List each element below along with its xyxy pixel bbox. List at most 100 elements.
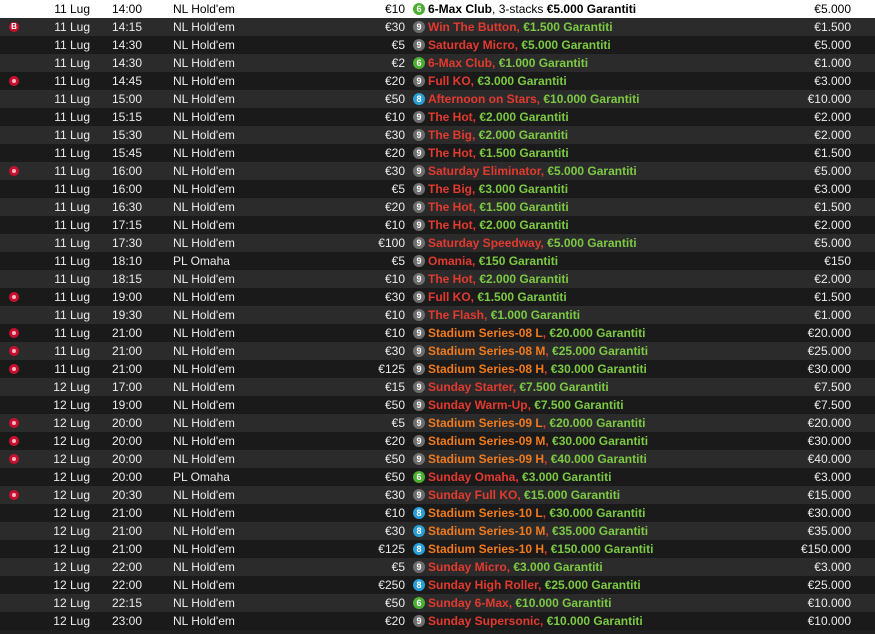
- tournament-buyin: €50: [384, 92, 405, 106]
- tournament-title: Omania: [428, 254, 473, 268]
- tournament-game: NL Hold'em: [173, 182, 235, 196]
- tournament-row[interactable]: 12 Lug 22:00 NL Hold'em €5 9 Sunday Micro, €3…: [0, 558, 875, 576]
- table-size-icon: 9: [413, 381, 425, 393]
- tournament-row[interactable]: 12 Lug 21:00 NL Hold'em €125 8 Stadium Series…: [0, 540, 875, 558]
- tournament-row[interactable]: 12 Lug 20:00 PL Omaha €50 6 Sunday Omaha, €3.…: [0, 468, 875, 486]
- tournament-row[interactable]: 12 Lug 17:00 NL Hold'em €15 9 Sunday Starter,…: [0, 378, 875, 396]
- tournament-row[interactable]: 11 Lug 16:30 NL Hold'em €20 9 The Hot, €1.500…: [0, 198, 875, 216]
- tournament-row[interactable]: 11 Lug 15:00 NL Hold'em €50 8 Afternoon on St…: [0, 90, 875, 108]
- tournament-name: Full KO, €1.500 Garantiti: [428, 288, 567, 306]
- tournament-time: 21:00: [111, 506, 142, 520]
- tournament-row[interactable]: 12 Lug 23:00 NL Hold'em €20 9 Sunday Superson…: [0, 612, 875, 630]
- tournament-date: 11 Lug: [54, 272, 90, 286]
- tournament-row[interactable]: 12 Lug 20:00 NL Hold'em €50 9 Stadium Series-…: [0, 450, 875, 468]
- tournament-date: 12 Lug: [53, 380, 90, 394]
- tournament-row[interactable]: 12 Lug 20:00 NL Hold'em €20 9 Stadium Series-…: [0, 432, 875, 450]
- tournament-row[interactable]: 11 Lug 19:30 NL Hold'em €10 9 The Flash, €1.0…: [0, 306, 875, 324]
- table-size-icon: 9: [413, 201, 425, 213]
- tournament-row[interactable]: 11 Lug 15:30 NL Hold'em €30 9 The Big, €2.000…: [0, 126, 875, 144]
- tournament-row[interactable]: 12 Lug 20:30 NL Hold'em €30 9 Sunday Full KO,…: [0, 486, 875, 504]
- tournament-guarantee: €7.500 Garantiti: [534, 398, 624, 412]
- tournament-row[interactable]: 11 Lug 15:15 NL Hold'em €10 9 The Hot, €2.000…: [0, 108, 875, 126]
- table-size-icon: 9: [413, 489, 425, 501]
- tournament-row[interactable]: 11 Lug 21:00 NL Hold'em €125 9 Stadium Series…: [0, 360, 875, 378]
- table-size-icon: 9: [413, 399, 425, 411]
- table-size-icon: 8: [413, 525, 425, 537]
- tournament-row[interactable]: 12 Lug 22:00 NL Hold'em €250 8 Sunday High Ro…: [0, 576, 875, 594]
- tournament-time: 14:45: [111, 74, 142, 88]
- tournament-row[interactable]: 12 Lug 20:00 NL Hold'em €5 9 Stadium Series-0…: [0, 414, 875, 432]
- tournament-row[interactable]: 11 Lug 14:45 NL Hold'em €20 9 Full KO, €3.000…: [0, 72, 875, 90]
- tournament-title: Stadium Series-10 L: [428, 506, 543, 520]
- tournament-buyin: €10: [384, 2, 405, 16]
- tournament-row[interactable]: 12 Lug 21:00 NL Hold'em €30 8 Stadium Series-…: [0, 522, 875, 540]
- tournament-game: NL Hold'em: [173, 128, 235, 142]
- tournament-buyin: €30: [384, 290, 405, 304]
- tournament-prize: €30.000: [807, 434, 851, 448]
- tournament-row[interactable]: 11 Lug 21:00 NL Hold'em €30 9 Stadium Series-…: [0, 342, 875, 360]
- tournament-game: NL Hold'em: [173, 2, 235, 16]
- tournament-name: Stadium Series-08 M, €25.000 Garantiti: [428, 342, 648, 360]
- tournament-title: Afternoon on Stars: [428, 92, 537, 106]
- tournament-time: 16:30: [111, 200, 142, 214]
- separator: ,: [538, 578, 545, 592]
- tournament-game: PL Omaha: [173, 470, 230, 484]
- tournament-buyin: €30: [384, 164, 405, 178]
- tournament-date: 11 Lug: [54, 146, 90, 160]
- tournament-row[interactable]: 12 Lug 19:00 NL Hold'em €50 9 Sunday Warm-Up,…: [0, 396, 875, 414]
- bounty-icon: [9, 292, 19, 302]
- tournament-time: 17:00: [111, 380, 142, 394]
- tournament-time: 16:00: [111, 182, 142, 196]
- tournament-prize: €2.000: [814, 128, 851, 142]
- tournament-row[interactable]: 11 Lug 17:30 NL Hold'em €100 9 Saturday Speed…: [0, 234, 875, 252]
- tournament-row[interactable]: B 11 Lug 14:15 NL Hold'em €30 9 Win The Button…: [0, 18, 875, 36]
- tournament-game: NL Hold'em: [173, 452, 235, 466]
- tournament-row[interactable]: 11 Lug 18:10 PL Omaha €5 9 Omania, €150 Garan…: [0, 252, 875, 270]
- bounty-icon: [9, 436, 19, 446]
- tournament-title: Sunday Omaha: [428, 470, 516, 484]
- tournament-prize: €20.000: [807, 326, 851, 340]
- tournament-name: Sunday Starter, €7.500 Garantiti: [428, 378, 609, 396]
- tournament-game: NL Hold'em: [173, 146, 235, 160]
- tournament-time: 20:00: [111, 416, 142, 430]
- tournament-prize: €1.500: [814, 20, 851, 34]
- tournament-row[interactable]: 11 Lug 16:00 NL Hold'em €5 9 The Big, €3.000 …: [0, 180, 875, 198]
- tournament-prize: €15.000: [807, 488, 851, 502]
- tournament-date: 11 Lug: [54, 20, 90, 34]
- tournament-prize: €1.500: [814, 146, 851, 160]
- tournament-guarantee: €150.000 Garantiti: [550, 542, 654, 556]
- tournament-row[interactable]: 11 Lug 16:00 NL Hold'em €30 9 Saturday Elimin…: [0, 162, 875, 180]
- tournament-prize: €10.000: [807, 596, 851, 610]
- tournament-guarantee: €30.000 Garantiti: [552, 434, 649, 448]
- tournament-title: Sunday Starter: [428, 380, 513, 394]
- tournament-prize: €150: [824, 254, 851, 268]
- tournament-guarantee: €2.000 Garantiti: [479, 110, 569, 124]
- tournament-name: Stadium Series-08 L, €20.000 Garantiti: [428, 324, 645, 342]
- tournament-buyin: €125: [378, 362, 405, 376]
- tournament-prize: €20.000: [807, 416, 851, 430]
- tournament-row[interactable]: 12 Lug 22:15 NL Hold'em €50 6 Sunday 6-Max, €…: [0, 594, 875, 612]
- tournament-row[interactable]: 11 Lug 21:00 NL Hold'em €10 9 Stadium Series-…: [0, 324, 875, 342]
- tournament-buyin: €2: [391, 56, 405, 70]
- tournament-row[interactable]: 11 Lug 14:00 NL Hold'em €10 6 6-Max Club, 3-s…: [0, 0, 875, 18]
- tournament-time: 17:30: [111, 236, 142, 250]
- tournament-guarantee: €10.000 Garantiti: [543, 92, 640, 106]
- tournament-buyin: €5: [391, 254, 405, 268]
- tournament-buyin: €10: [384, 308, 405, 322]
- tournament-date: 12 Lug: [53, 434, 90, 448]
- table-size-icon: 9: [413, 129, 425, 141]
- tournament-buyin: €30: [384, 524, 405, 538]
- tournament-row[interactable]: 11 Lug 15:45 NL Hold'em €20 9 The Hot, €1.500…: [0, 144, 875, 162]
- tournament-name: The Hot, €1.500 Garantiti: [428, 198, 569, 216]
- tournament-row[interactable]: 11 Lug 14:30 NL Hold'em €2 6 6-Max Club, €1.0…: [0, 54, 875, 72]
- tournament-row[interactable]: 11 Lug 19:00 NL Hold'em €30 9 Full KO, €1.500…: [0, 288, 875, 306]
- table-size-icon: 9: [413, 237, 425, 249]
- tournament-row[interactable]: 12 Lug 21:00 NL Hold'em €10 8 Stadium Series-…: [0, 504, 875, 522]
- tournament-row[interactable]: 11 Lug 18:15 NL Hold'em €10 9 The Hot, €2.000…: [0, 270, 875, 288]
- tournament-row[interactable]: 11 Lug 17:15 NL Hold'em €10 9 The Hot, €2.000…: [0, 216, 875, 234]
- tournament-name: Sunday Omaha, €3.000 Garantiti: [428, 468, 611, 486]
- table-size-icon: 9: [413, 615, 425, 627]
- tournament-row[interactable]: 11 Lug 14:30 NL Hold'em €5 9 Saturday Micro, …: [0, 36, 875, 54]
- tournament-date: 11 Lug: [54, 128, 90, 142]
- tournament-date: 12 Lug: [53, 488, 90, 502]
